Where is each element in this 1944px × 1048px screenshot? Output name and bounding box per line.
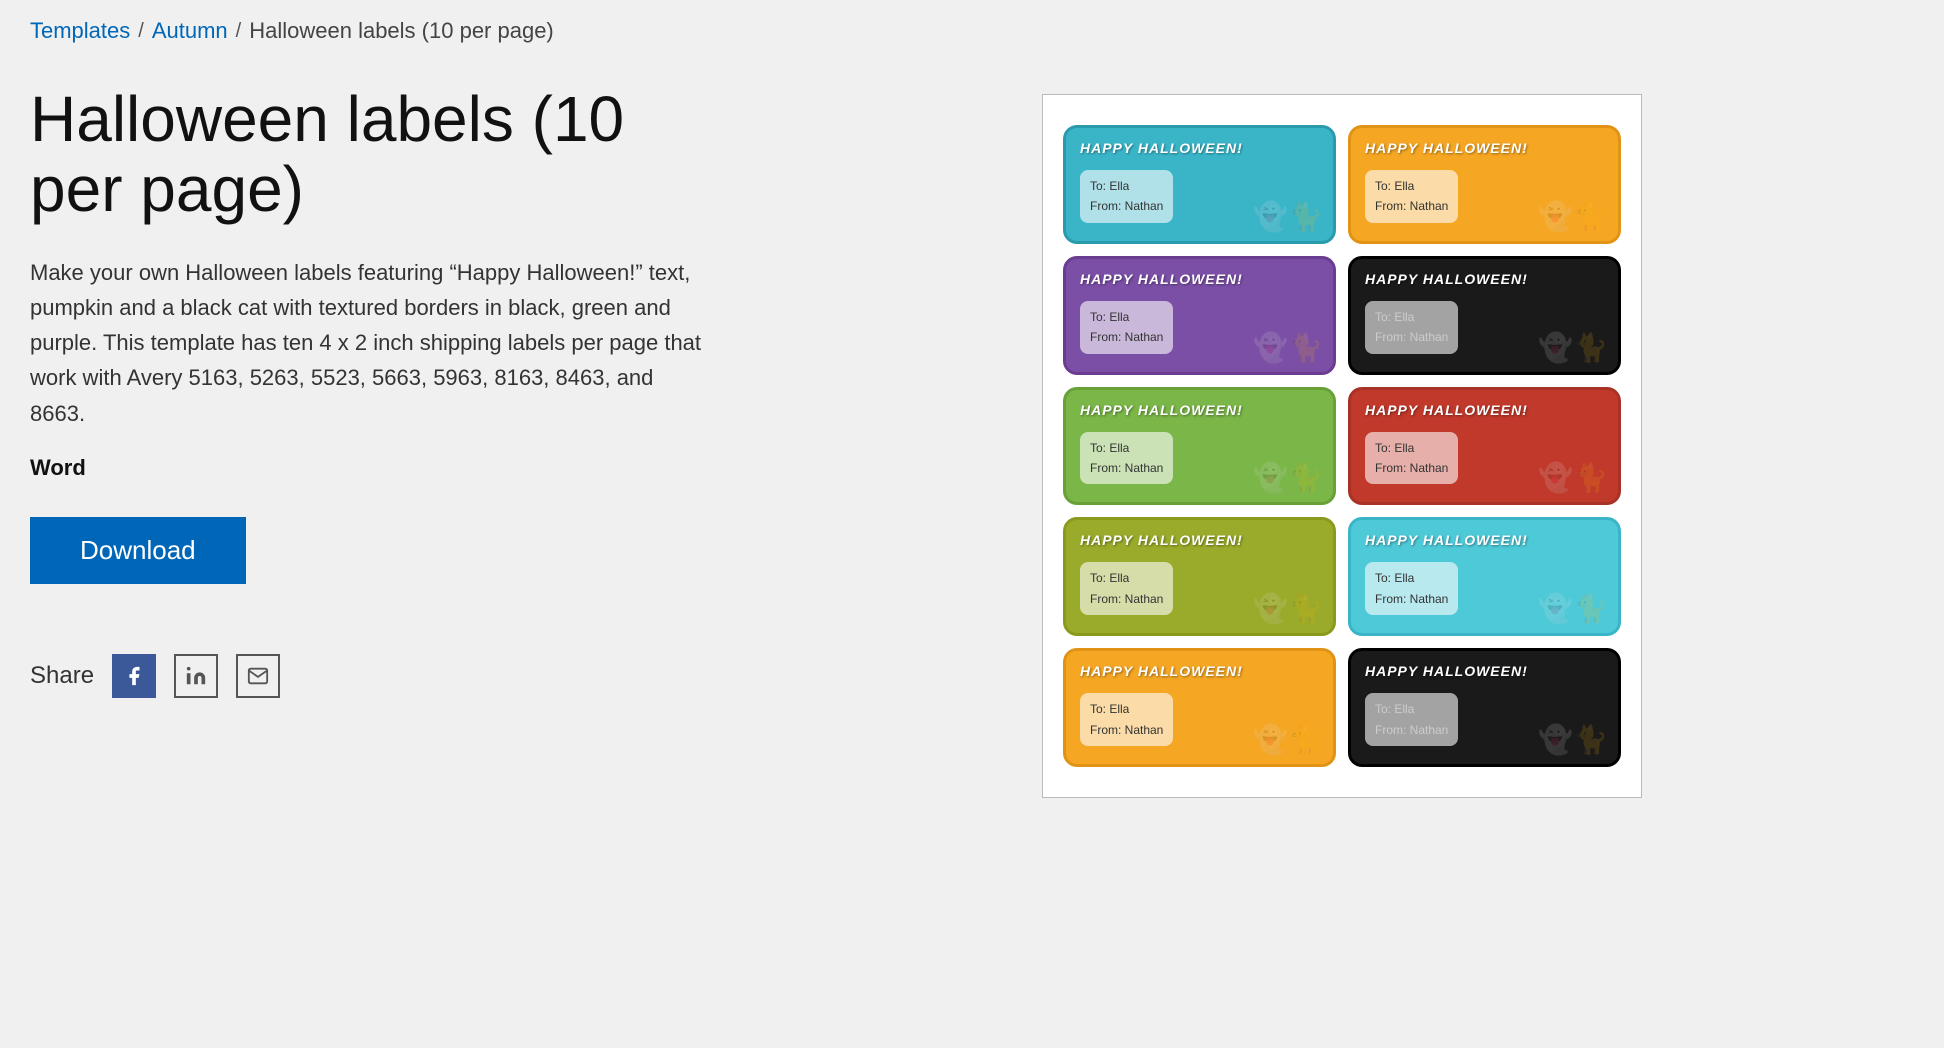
label-title: HAPPY HALLOWEEN! bbox=[1365, 140, 1604, 156]
label-title: HAPPY HALLOWEEN! bbox=[1365, 532, 1604, 548]
label-to: To: Ella bbox=[1090, 176, 1163, 196]
label-to: To: Ella bbox=[1375, 568, 1448, 588]
label-from: From: Nathan bbox=[1375, 196, 1448, 216]
label-card: HAPPY HALLOWEEN! To: EllaFrom: Nathan bbox=[1348, 125, 1621, 244]
facebook-share-button[interactable] bbox=[112, 654, 156, 698]
label-card: HAPPY HALLOWEEN! To: EllaFrom: Nathan bbox=[1063, 125, 1336, 244]
share-label: Share bbox=[30, 662, 94, 690]
label-from: From: Nathan bbox=[1375, 589, 1448, 609]
label-from: From: Nathan bbox=[1090, 196, 1163, 216]
label-to: To: Ella bbox=[1090, 438, 1163, 458]
label-from: From: Nathan bbox=[1090, 327, 1163, 347]
label-card: HAPPY HALLOWEEN! To: EllaFrom: Nathan bbox=[1063, 387, 1336, 506]
label-to: To: Ella bbox=[1090, 307, 1163, 327]
label-to: To: Ella bbox=[1375, 176, 1448, 196]
label-from: From: Nathan bbox=[1375, 720, 1448, 740]
label-title: HAPPY HALLOWEEN! bbox=[1365, 271, 1604, 287]
label-card: HAPPY HALLOWEEN! To: EllaFrom: Nathan bbox=[1348, 517, 1621, 636]
label-title: HAPPY HALLOWEEN! bbox=[1080, 663, 1319, 679]
app-type: Word bbox=[30, 455, 710, 481]
label-to: To: Ella bbox=[1375, 699, 1448, 719]
label-from: From: Nathan bbox=[1375, 327, 1448, 347]
label-from: From: Nathan bbox=[1090, 720, 1163, 740]
linkedin-share-button[interactable] bbox=[174, 654, 218, 698]
label-to: To: Ella bbox=[1090, 568, 1163, 588]
page-title: Halloween labels (10 per page) bbox=[30, 84, 710, 225]
breadcrumb-templates-link[interactable]: Templates bbox=[30, 18, 130, 44]
label-from: From: Nathan bbox=[1375, 458, 1448, 478]
label-card: HAPPY HALLOWEEN! To: EllaFrom: Nathan bbox=[1348, 256, 1621, 375]
label-title: HAPPY HALLOWEEN! bbox=[1080, 140, 1319, 156]
breadcrumb-autumn-link[interactable]: Autumn bbox=[152, 18, 228, 44]
breadcrumb-current: Halloween labels (10 per page) bbox=[249, 18, 554, 44]
label-title: HAPPY HALLOWEEN! bbox=[1365, 402, 1604, 418]
label-card: HAPPY HALLOWEEN! To: EllaFrom: Nathan bbox=[1348, 387, 1621, 506]
share-section: Share bbox=[30, 654, 710, 698]
label-card: HAPPY HALLOWEEN! To: EllaFrom: Nathan bbox=[1348, 648, 1621, 767]
breadcrumb-sep1: / bbox=[138, 20, 144, 43]
label-card: HAPPY HALLOWEEN! To: EllaFrom: Nathan bbox=[1063, 256, 1336, 375]
breadcrumb-sep2: / bbox=[236, 20, 242, 43]
breadcrumb: Templates / Autumn / Halloween labels (1… bbox=[0, 0, 1944, 54]
label-from: From: Nathan bbox=[1090, 589, 1163, 609]
label-to: To: Ella bbox=[1375, 438, 1448, 458]
left-panel: Halloween labels (10 per page) Make your… bbox=[30, 84, 710, 698]
label-card: HAPPY HALLOWEEN! To: EllaFrom: Nathan bbox=[1063, 648, 1336, 767]
email-share-button[interactable] bbox=[236, 654, 280, 698]
main-content: Halloween labels (10 per page) Make your… bbox=[0, 54, 1944, 828]
label-title: HAPPY HALLOWEEN! bbox=[1080, 271, 1319, 287]
label-card: HAPPY HALLOWEEN! To: EllaFrom: Nathan bbox=[1063, 517, 1336, 636]
label-to: To: Ella bbox=[1375, 307, 1448, 327]
template-preview: HAPPY HALLOWEEN!To: EllaFrom: NathanHAPP… bbox=[1042, 94, 1642, 798]
label-to: To: Ella bbox=[1090, 699, 1163, 719]
labels-grid: HAPPY HALLOWEEN!To: EllaFrom: NathanHAPP… bbox=[1063, 125, 1621, 767]
label-title: HAPPY HALLOWEEN! bbox=[1365, 663, 1604, 679]
label-from: From: Nathan bbox=[1090, 458, 1163, 478]
right-panel: HAPPY HALLOWEEN!To: EllaFrom: NathanHAPP… bbox=[770, 84, 1914, 798]
download-button[interactable]: Download bbox=[30, 517, 246, 584]
description: Make your own Halloween labels featuring… bbox=[30, 255, 710, 431]
label-title: HAPPY HALLOWEEN! bbox=[1080, 532, 1319, 548]
label-title: HAPPY HALLOWEEN! bbox=[1080, 402, 1319, 418]
